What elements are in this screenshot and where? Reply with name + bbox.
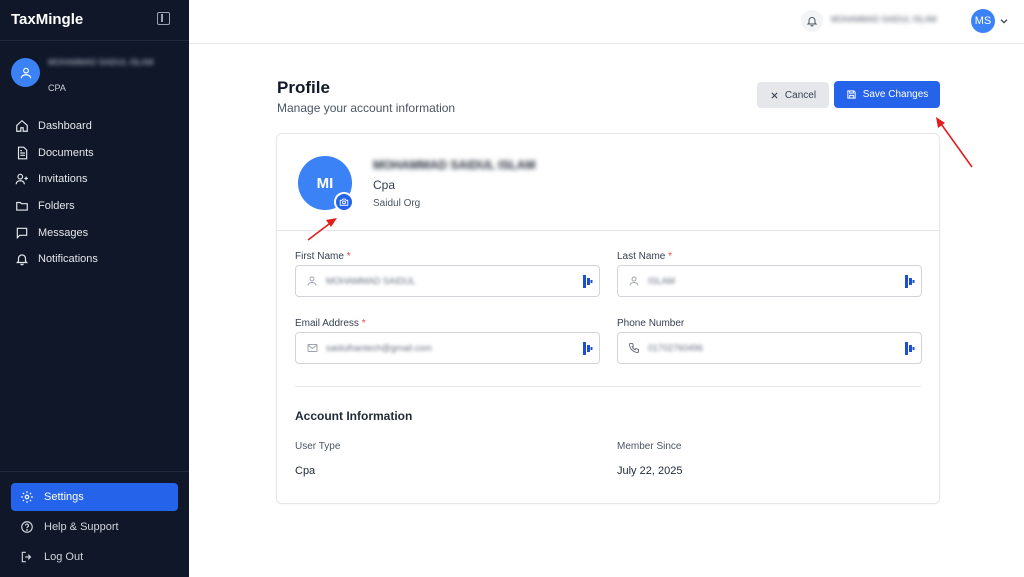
sidebar-item-notifications[interactable]: Notifications: [0, 246, 189, 273]
save-icon: [846, 89, 857, 100]
card-divider: [277, 230, 939, 231]
profile-card: MI MOHAMMAD SAIDUL ISLAM Cpa Saidul Org …: [276, 133, 940, 504]
sidebar-collapse-icon[interactable]: [157, 12, 170, 25]
sidebar-user-role: CPA: [48, 83, 66, 93]
mail-icon: [305, 341, 319, 355]
last-name-label-text: Last Name: [617, 251, 666, 262]
password-manager-icon[interactable]: [905, 275, 915, 288]
sidebar-item-label: Settings: [44, 491, 84, 503]
sidebar-item-label: Documents: [38, 146, 94, 159]
sidebar-item-messages[interactable]: Messages: [0, 219, 189, 246]
phone-field[interactable]: [617, 332, 922, 364]
required-mark: *: [361, 318, 366, 329]
close-icon: [770, 91, 779, 100]
cancel-label: Cancel: [784, 89, 817, 101]
member-since-value: July 22, 2025: [617, 465, 683, 477]
sidebar-divider: [0, 40, 189, 41]
sidebar-item-settings[interactable]: Settings: [11, 483, 178, 511]
password-manager-icon[interactable]: [583, 342, 593, 355]
sidebar-item-label: Log Out: [44, 551, 84, 563]
last-name-input[interactable]: [648, 272, 888, 290]
logout-icon: [19, 549, 35, 565]
member-since-label: Member Since: [617, 441, 682, 452]
last-name-label: Last Name *: [617, 251, 672, 262]
email-label-text: Email Address: [295, 318, 359, 329]
help-icon: [19, 519, 35, 535]
sidebar-bottom-nav: Settings Help & Support Log Out: [0, 483, 189, 573]
sidebar-user-name: MOHAMMAD SAIDUL ISLAM: [48, 58, 154, 67]
sidebar-item-logout[interactable]: Log Out: [11, 543, 178, 571]
topbar-avatar[interactable]: MS: [971, 9, 995, 33]
bell-icon: [806, 17, 818, 27]
phone-label: Phone Number: [617, 318, 685, 329]
sidebar-item-label: Messages: [38, 226, 89, 239]
topbar: MOHAMMAD SAIDUL ISLAM MS: [189, 0, 1024, 44]
topbar-user-name[interactable]: MOHAMMAD SAIDUL ISLAM: [831, 15, 951, 24]
profile-role: Cpa: [373, 178, 396, 192]
section-divider: [295, 386, 921, 387]
user-icon: [305, 274, 319, 288]
save-label: Save Changes: [862, 89, 929, 100]
required-mark: *: [668, 251, 673, 262]
camera-icon: [339, 198, 349, 206]
sidebar-item-help[interactable]: Help & Support: [11, 513, 178, 541]
page-subtitle: Manage your account information: [277, 101, 456, 115]
sidebar: TaxMingle MOHAMMAD SAIDUL ISLAM CPA Dash…: [0, 0, 189, 577]
sidebar-item-label: Help & Support: [44, 521, 119, 533]
first-name-field[interactable]: [295, 265, 600, 297]
password-manager-icon[interactable]: [905, 342, 915, 355]
account-info-title: Account Information: [295, 409, 413, 423]
sidebar-user-avatar: [11, 58, 40, 87]
chevron-down-icon[interactable]: [999, 16, 1009, 26]
cancel-button[interactable]: Cancel: [757, 82, 829, 108]
phone-input[interactable]: [648, 339, 888, 357]
user-icon: [20, 67, 31, 78]
sidebar-item-label: Invitations: [38, 173, 88, 186]
phone-icon: [627, 341, 641, 355]
password-manager-icon[interactable]: [583, 275, 593, 288]
email-field[interactable]: [295, 332, 600, 364]
required-mark: *: [346, 251, 351, 262]
folder-icon: [14, 198, 30, 214]
notifications-button[interactable]: [801, 10, 823, 32]
gear-icon: [19, 489, 35, 505]
email-input[interactable]: [326, 339, 566, 357]
user-icon: [627, 274, 641, 288]
profile-name: MOHAMMAD SAIDUL ISLAM: [373, 158, 536, 172]
email-label: Email Address *: [295, 318, 366, 329]
profile-org: Saidul Org: [373, 198, 421, 209]
sidebar-item-folders[interactable]: Folders: [0, 193, 189, 220]
save-changes-button[interactable]: Save Changes: [834, 81, 940, 108]
last-name-field[interactable]: [617, 265, 922, 297]
user-type-label: User Type: [295, 441, 341, 452]
document-icon: [14, 145, 30, 161]
brand-logo[interactable]: TaxMingle: [11, 11, 83, 28]
user-plus-icon: [14, 171, 30, 187]
sidebar-bottom-divider: [0, 471, 189, 472]
sidebar-nav: Dashboard Documents Invitations Folders …: [0, 113, 189, 273]
home-icon: [14, 118, 30, 134]
sidebar-item-label: Dashboard: [38, 120, 92, 133]
page-title: Profile: [277, 78, 330, 97]
message-icon: [14, 225, 30, 241]
user-type-value: Cpa: [295, 465, 316, 477]
first-name-label-text: First Name: [295, 251, 344, 262]
first-name-label: First Name *: [295, 251, 351, 262]
sidebar-item-dashboard[interactable]: Dashboard: [0, 113, 189, 140]
sidebar-item-label: Folders: [38, 200, 75, 213]
bell-icon: [14, 251, 30, 267]
change-photo-button[interactable]: [334, 192, 354, 212]
first-name-input[interactable]: [326, 272, 566, 290]
sidebar-item-documents[interactable]: Documents: [0, 140, 189, 167]
sidebar-item-invitations[interactable]: Invitations: [0, 166, 189, 193]
sidebar-item-label: Notifications: [38, 253, 98, 266]
